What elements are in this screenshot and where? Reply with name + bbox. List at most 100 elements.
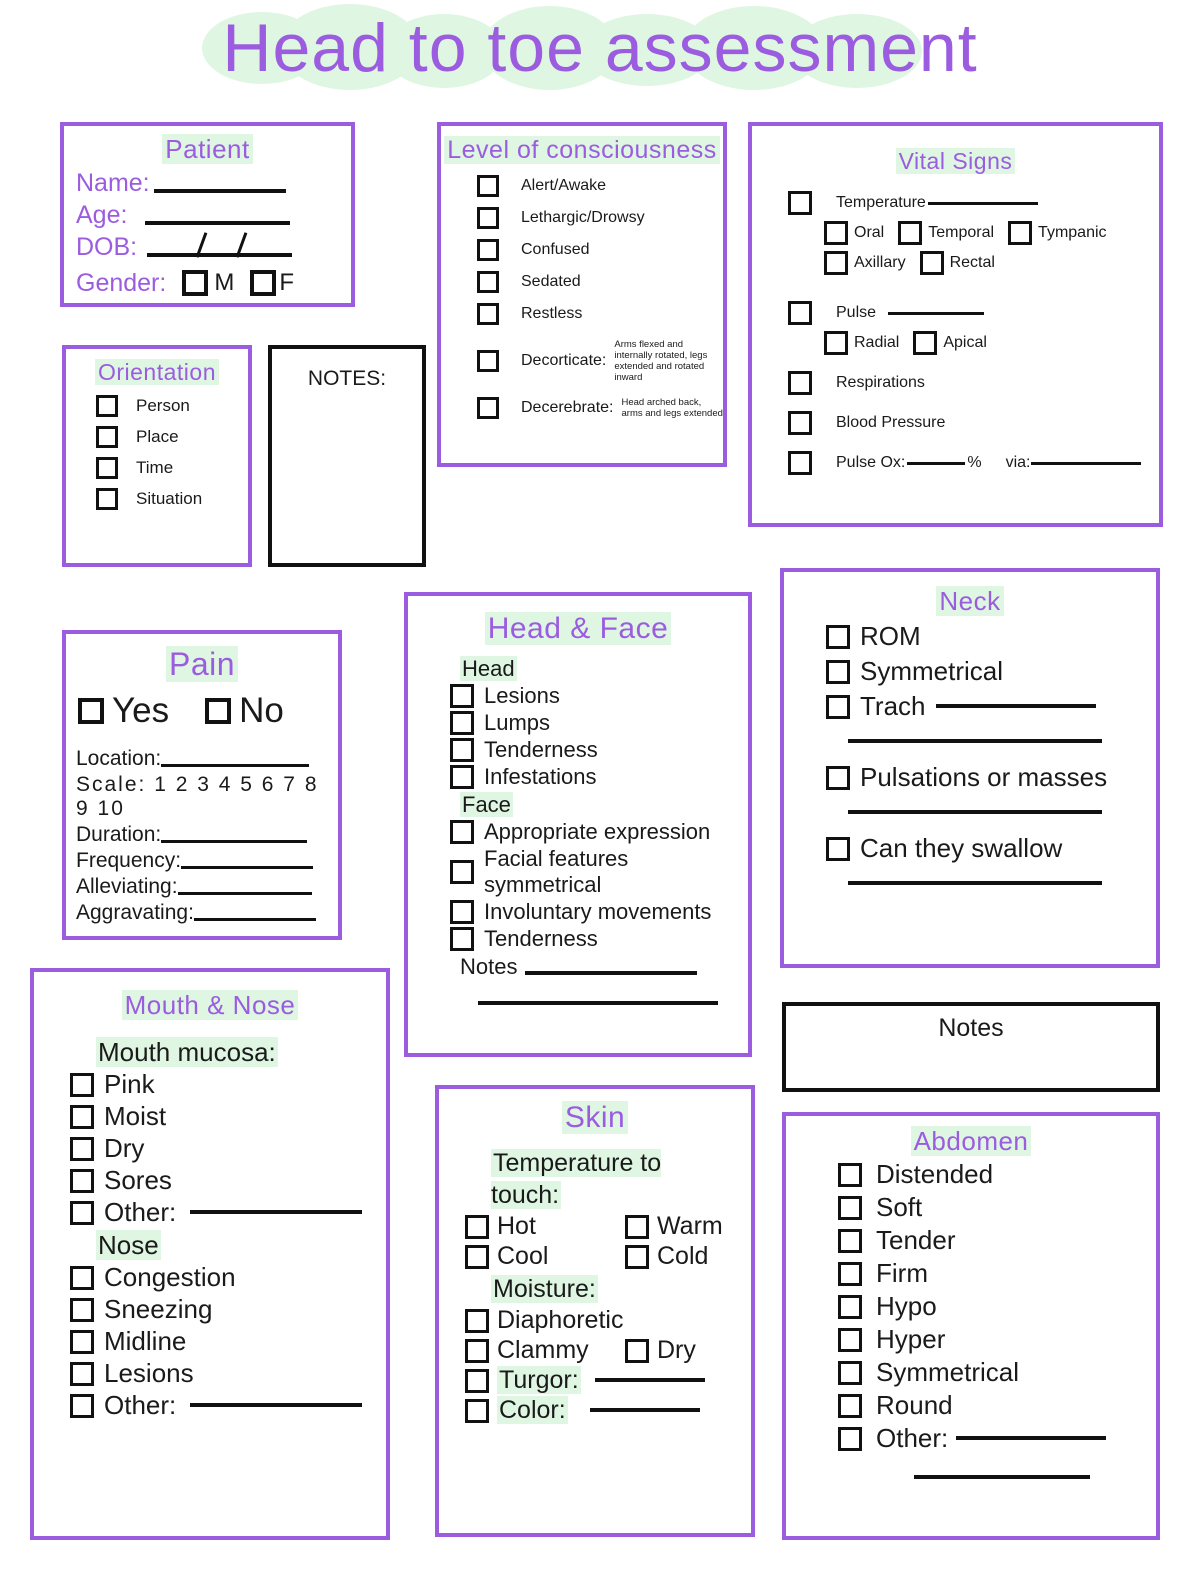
skin-temp-warm[interactable]: Warm [625,1212,723,1241]
skin-clammy-checkbox[interactable] [465,1338,489,1363]
skin-temp-hot[interactable]: Hot [465,1212,625,1241]
mucosa-item-other[interactable]: Other: [70,1197,386,1228]
name-input-line[interactable] [153,189,286,193]
pain-no-checkbox[interactable] [205,698,232,724]
vitals-pulse-row[interactable]: Pulse [788,301,1159,325]
abdomen-symmetrical-checkbox[interactable] [838,1360,862,1385]
skin-color-input-line[interactable] [589,1407,700,1412]
place-checkbox[interactable] [96,426,118,448]
neck-item-rom[interactable]: ROM [826,621,1156,652]
skin-cold-checkbox[interactable] [625,1244,649,1269]
loc-item-decerebrate[interactable]: Decerebrate: Head arched back, arms and … [477,397,723,419]
neck-input-line-2[interactable] [848,809,1102,814]
vitals-respirations-row[interactable]: Respirations [788,371,1159,395]
pain-aggravating-input-line[interactable] [193,918,316,921]
nose-item-other[interactable]: Other: [70,1390,386,1421]
nose-item-congestion[interactable]: Congestion [70,1262,386,1293]
mucosa-item-dry[interactable]: Dry [70,1133,386,1164]
abdomen-item-hypo[interactable]: Hypo [838,1291,1156,1322]
skin-cool-checkbox[interactable] [465,1244,489,1269]
neck-symmetrical-checkbox[interactable] [826,659,850,684]
pulse-input-line[interactable] [888,311,985,315]
abdomen-item-tender[interactable]: Tender [838,1225,1156,1256]
nose-lesions-checkbox[interactable] [70,1361,94,1386]
situation-checkbox[interactable] [96,488,118,510]
temporal-checkbox[interactable] [898,221,923,245]
abdomen-tender-checkbox[interactable] [838,1228,862,1253]
alert-awake-checkbox[interactable] [477,175,499,197]
time-checkbox[interactable] [96,457,118,479]
respirations-checkbox[interactable] [788,371,812,395]
tympanic-checkbox[interactable] [1008,221,1033,245]
neck-input-line-1[interactable] [848,738,1102,743]
orientation-item-time[interactable]: Time [96,457,248,479]
mucosa-item-sores[interactable]: Sores [70,1165,386,1196]
restless-checkbox[interactable] [477,303,499,325]
neck-input-line-3[interactable] [848,880,1102,885]
neck-item-trach[interactable]: Trach [826,691,1156,722]
rectal-checkbox[interactable] [919,251,944,275]
pulse-ox-checkbox[interactable] [788,451,812,475]
mucosa-dry-checkbox[interactable] [70,1136,94,1161]
decerebrate-checkbox[interactable] [477,397,499,419]
vitals-blood-pressure-row[interactable]: Blood Pressure [788,411,1159,435]
pulse-checkbox[interactable] [788,301,812,325]
head-face-notes-line-1[interactable] [525,971,698,975]
apical-checkbox[interactable] [913,331,938,355]
mucosa-item-moist[interactable]: Moist [70,1101,386,1132]
nose-item-lesions[interactable]: Lesions [70,1358,386,1389]
face-expression-checkbox[interactable] [450,820,474,844]
skin-turgor-input-line[interactable] [594,1377,705,1382]
face-item-symmetrical[interactable]: Facial features symmetrical [450,846,748,898]
head-item-lumps[interactable]: Lumps [450,710,748,736]
skin-temp-cool[interactable]: Cool [465,1242,625,1271]
age-input-line[interactable] [145,221,291,225]
mucosa-moist-checkbox[interactable] [70,1104,94,1129]
radial-checkbox[interactable] [824,331,848,355]
skin-item-color[interactable]: Color: [465,1396,751,1425]
nose-item-sneezing[interactable]: Sneezing [70,1294,386,1325]
abdomen-other-checkbox[interactable] [838,1426,862,1451]
nose-sneezing-checkbox[interactable] [70,1297,94,1322]
mucosa-other-checkbox[interactable] [70,1200,94,1225]
oral-checkbox[interactable] [824,221,848,245]
head-face-notes-line-2[interactable] [478,1000,718,1005]
skin-item-dry[interactable]: Dry [625,1336,696,1365]
skin-hot-checkbox[interactable] [465,1214,489,1239]
loc-item-lethargic[interactable]: Lethargic/Drowsy [477,207,723,229]
skin-dry-checkbox[interactable] [625,1338,649,1363]
nose-congestion-checkbox[interactable] [70,1265,94,1290]
neck-swallow-checkbox[interactable] [826,836,850,861]
head-lumps-checkbox[interactable] [450,711,474,735]
vitals-pulse-ox-row[interactable]: Pulse Ox: % via: [788,451,1159,475]
abdomen-hypo-checkbox[interactable] [838,1294,862,1319]
gender-male-checkbox[interactable] [182,270,209,296]
head-lesions-checkbox[interactable] [450,684,474,708]
abdomen-item-hyper[interactable]: Hyper [838,1324,1156,1355]
mucosa-item-pink[interactable]: Pink [70,1069,386,1100]
pain-alleviating-input-line[interactable] [177,892,312,895]
abdomen-other-input-line-2[interactable] [914,1474,1090,1479]
pain-location-input-line[interactable] [161,764,310,767]
abdomen-round-checkbox[interactable] [838,1393,862,1418]
notes-small-panel[interactable]: NOTES: [268,345,426,567]
abdomen-firm-checkbox[interactable] [838,1261,862,1286]
loc-item-confused[interactable]: Confused [477,239,723,261]
pain-yes-checkbox[interactable] [78,698,104,724]
abdomen-item-other[interactable]: Other: [838,1423,1156,1454]
skin-item-clammy[interactable]: Clammy [465,1336,625,1365]
vitals-temperature-row[interactable]: Temperature [788,191,1159,215]
temperature-checkbox[interactable] [788,191,812,215]
pain-duration-input-line[interactable] [161,840,308,843]
skin-turgor-checkbox[interactable] [465,1368,489,1393]
orientation-item-place[interactable]: Place [96,426,248,448]
person-checkbox[interactable] [96,395,118,417]
skin-diaphoretic-checkbox[interactable] [465,1308,489,1333]
neck-trach-input-line[interactable] [935,703,1096,708]
skin-item-diaphoretic[interactable]: Diaphoretic [465,1306,751,1335]
mucosa-pink-checkbox[interactable] [70,1072,94,1097]
dob-input-line[interactable] [147,253,293,257]
nose-other-input-line[interactable] [190,1402,363,1407]
abdomen-other-input-line-1[interactable] [956,1435,1107,1440]
nose-other-checkbox[interactable] [70,1393,94,1418]
